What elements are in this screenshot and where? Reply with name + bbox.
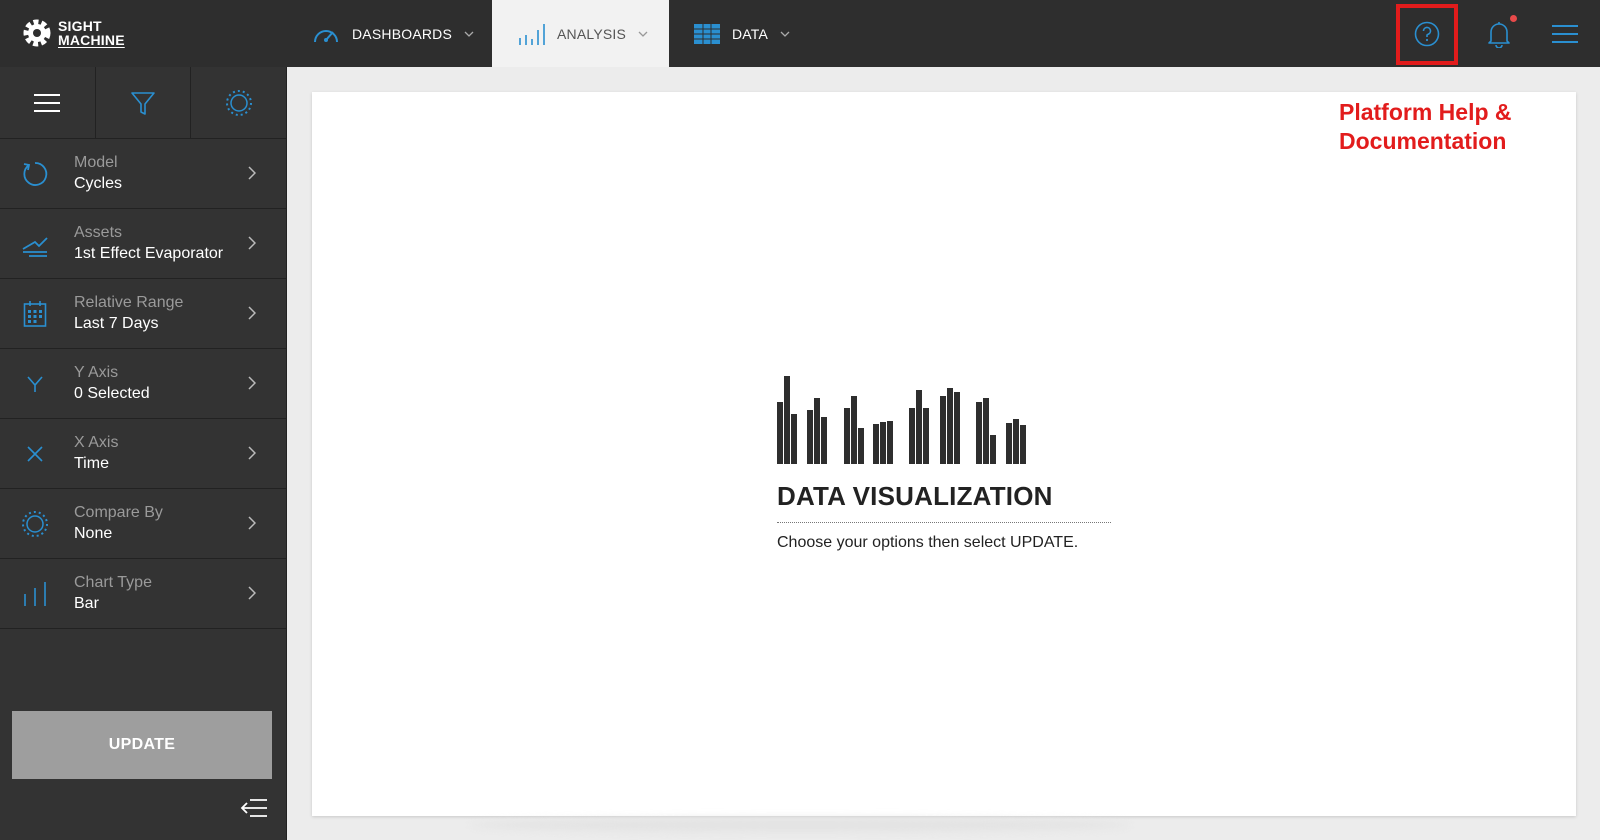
bar-chart-icon <box>519 23 545 45</box>
title-divider <box>777 522 1111 523</box>
annotation-line2: Documentation <box>1339 128 1507 154</box>
table-icon <box>694 23 720 44</box>
chart-type-icon <box>24 581 46 606</box>
option-assets[interactable]: Assets 1st Effect Evaporator <box>0 209 286 279</box>
gear-icon <box>225 89 252 116</box>
visualization-title: DATA VISUALIZATION <box>777 481 1053 511</box>
chevron-right-icon <box>248 446 256 460</box>
sidebar: Model Cycles Assets 1st Effect Evaporato… <box>0 67 287 840</box>
option-compare-by[interactable]: Compare By None <box>0 489 286 559</box>
sidebar-toolbar <box>0 67 286 139</box>
sidebar-filter-button[interactable] <box>96 67 192 138</box>
compare-icon <box>22 510 48 537</box>
chevron-right-icon <box>248 236 256 250</box>
help-icon <box>1414 21 1440 46</box>
gauge-icon <box>314 29 338 42</box>
chevron-right-icon <box>248 516 256 530</box>
option-x-axis[interactable]: X Axis Time <box>0 419 286 489</box>
hamburger-menu-icon <box>1552 24 1578 43</box>
chevron-right-icon <box>248 166 256 180</box>
gear-logo-icon <box>23 19 51 47</box>
option-model[interactable]: Model Cycles <box>0 139 286 209</box>
update-button[interactable]: UPDATE <box>12 711 272 779</box>
logo-text-line2: MACHINE <box>58 32 125 48</box>
panel-shadow <box>470 818 1130 832</box>
x-axis-icon <box>27 445 43 462</box>
tab-analysis[interactable]: ANALYSIS <box>492 0 669 67</box>
chevron-right-icon <box>248 376 256 390</box>
collapse-sidebar-button[interactable] <box>240 797 268 824</box>
option-y-axis[interactable]: Y Axis 0 Selected <box>0 349 286 419</box>
collapse-sidebar-icon <box>240 799 267 817</box>
logo-text-line1: SIGHT <box>58 18 102 34</box>
tab-analysis-label: ANALYSIS <box>557 25 627 42</box>
filter-icon <box>131 91 155 115</box>
sight-machine-logo[interactable]: SIGHT MACHINE <box>20 16 125 50</box>
refresh-icon <box>23 161 48 186</box>
option-relative-range[interactable]: Relative Range Last 7 Days <box>0 279 286 349</box>
chevron-right-icon <box>248 586 256 600</box>
option-chart-type[interactable]: Chart Type Bar <box>0 559 286 629</box>
chevron-down-icon <box>464 31 474 37</box>
data-visualization-illustration-icon <box>777 376 1026 464</box>
notification-dot <box>1510 15 1517 22</box>
tab-data-label: DATA <box>732 25 769 42</box>
chevron-down-icon <box>780 31 790 37</box>
calendar-icon <box>23 300 47 327</box>
help-button[interactable] <box>1402 0 1452 67</box>
sidebar-list-button[interactable] <box>0 67 96 138</box>
tab-dashboards[interactable]: DASHBOARDS <box>312 0 474 67</box>
main-menu-button[interactable] <box>1540 0 1590 67</box>
help-annotation: Platform Help & Documentation <box>1339 98 1512 156</box>
chevron-right-icon <box>248 306 256 320</box>
chevron-down-icon <box>638 31 648 37</box>
bell-icon <box>1488 21 1510 48</box>
visualization-subtitle: Choose your options then select UPDATE. <box>777 534 1079 551</box>
list-icon <box>34 93 61 112</box>
annotation-line1: Platform Help & <box>1339 99 1512 125</box>
sidebar-settings-button[interactable] <box>191 67 286 138</box>
tab-dashboards-label: DASHBOARDS <box>352 25 453 42</box>
y-axis-icon <box>27 375 43 392</box>
tab-data[interactable]: DATA <box>694 0 790 67</box>
top-bar: SIGHT MACHINE DASHBOARDS ANALYSIS DATA <box>0 0 1600 67</box>
notifications-button[interactable] <box>1474 0 1524 67</box>
assets-icon <box>22 236 48 257</box>
